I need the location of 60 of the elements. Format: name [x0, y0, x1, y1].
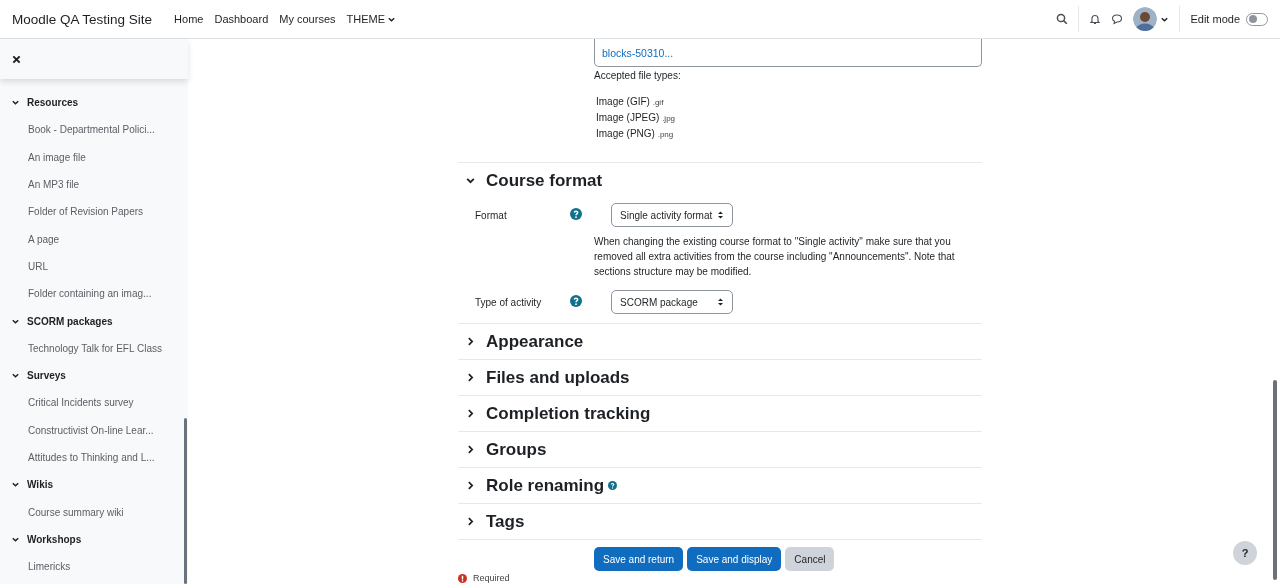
sidebar-item[interactable]: Folder containing an imag... — [0, 280, 182, 308]
updown-icon — [717, 297, 724, 307]
chat-icon[interactable] — [1111, 13, 1124, 25]
section-heading[interactable]: Files and uploads — [486, 367, 630, 388]
sidebar-item[interactable]: Course summary wiki — [0, 498, 182, 526]
select-field[interactable]: SCORM package — [611, 290, 733, 314]
sidebar-item[interactable]: Attitudes to Thinking and L... — [0, 443, 182, 472]
file-area[interactable]: blocks-50310... — [594, 39, 982, 67]
section-heading[interactable]: Tags — [486, 511, 525, 532]
bell-icon[interactable] — [1089, 13, 1102, 25]
field-label: Format — [474, 209, 508, 221]
nav-link[interactable]: THEME — [346, 13, 396, 25]
scrollbar[interactable] — [184, 418, 187, 584]
section-title[interactable]: Surveys — [0, 361, 182, 390]
sidebar-item[interactable]: An MP3 file — [0, 170, 182, 199]
edit-mode-toggle[interactable] — [1246, 12, 1268, 26]
help-icon[interactable] — [608, 481, 618, 490]
section-title[interactable]: Wikis — [0, 471, 182, 499]
file-type: Image (GIF) .gif — [596, 95, 665, 109]
avatar[interactable] — [1133, 7, 1158, 31]
section-heading[interactable]: Role renaming — [486, 475, 605, 496]
sidebar-item[interactable]: An image file — [0, 143, 182, 171]
edit-mode-label: Edit mode — [1190, 13, 1240, 25]
cancel-button[interactable]: Cancel — [785, 547, 835, 571]
help-button[interactable]: ? — [1233, 541, 1257, 565]
section-heading[interactable]: Completion tracking — [486, 403, 651, 424]
sidebar-item[interactable]: URL — [0, 252, 182, 281]
save-button[interactable]: Save and return — [594, 547, 684, 571]
help-text: When changing the existing course format to "Single activity" make sure that you removed all extra activities from the course including "Announcements". Note that sections structure may be modified. — [594, 235, 956, 279]
sidebar-item[interactable]: Technology Talk for EFL Class — [0, 334, 182, 362]
search-icon[interactable] — [1056, 13, 1069, 25]
file-type: Image (JPEG) .jpg — [596, 111, 677, 125]
sidebar-item[interactable]: Constructivist On-line Lear... — [0, 416, 182, 444]
file-type: Image (PNG) .png — [596, 127, 675, 141]
sidebar-item[interactable]: Limericks — [0, 553, 182, 581]
select-field[interactable]: Single activity format — [611, 203, 733, 227]
sidebar-item[interactable]: A page — [0, 225, 182, 253]
site-name[interactable]: Moodle QA Testing Site — [12, 11, 153, 27]
updown-icon — [717, 210, 724, 220]
sidebar-item[interactable]: Folder of Revision Papers — [0, 198, 182, 226]
help-icon[interactable] — [570, 295, 582, 307]
sidebar-item[interactable]: Book - Departmental Polici... — [0, 116, 182, 144]
field-label: Type of activity — [474, 296, 543, 308]
section-title[interactable]: SCORM packages — [0, 307, 182, 335]
help-icon[interactable] — [570, 208, 582, 220]
file-link[interactable]: blocks-50310... — [602, 46, 674, 59]
nav-link[interactable]: Dashboard — [214, 13, 269, 25]
nav-link[interactable]: My courses — [279, 13, 336, 25]
section-title[interactable]: Resources — [0, 89, 182, 117]
nav-link[interactable]: Home — [174, 13, 204, 25]
sidebar-item[interactable]: Critical Incidents survey — [0, 389, 182, 417]
section-title[interactable]: Workshops — [0, 525, 182, 554]
section-heading[interactable]: Course format — [486, 170, 603, 191]
scrollbar[interactable] — [1273, 380, 1277, 580]
section-heading[interactable]: Groups — [486, 439, 547, 460]
accepted-types-label: Accepted file types: — [594, 70, 682, 81]
required-note: Required — [473, 573, 510, 583]
section-heading[interactable]: Appearance — [486, 331, 584, 352]
save-button[interactable]: Save and display — [687, 547, 782, 571]
close-icon[interactable] — [12, 54, 21, 64]
